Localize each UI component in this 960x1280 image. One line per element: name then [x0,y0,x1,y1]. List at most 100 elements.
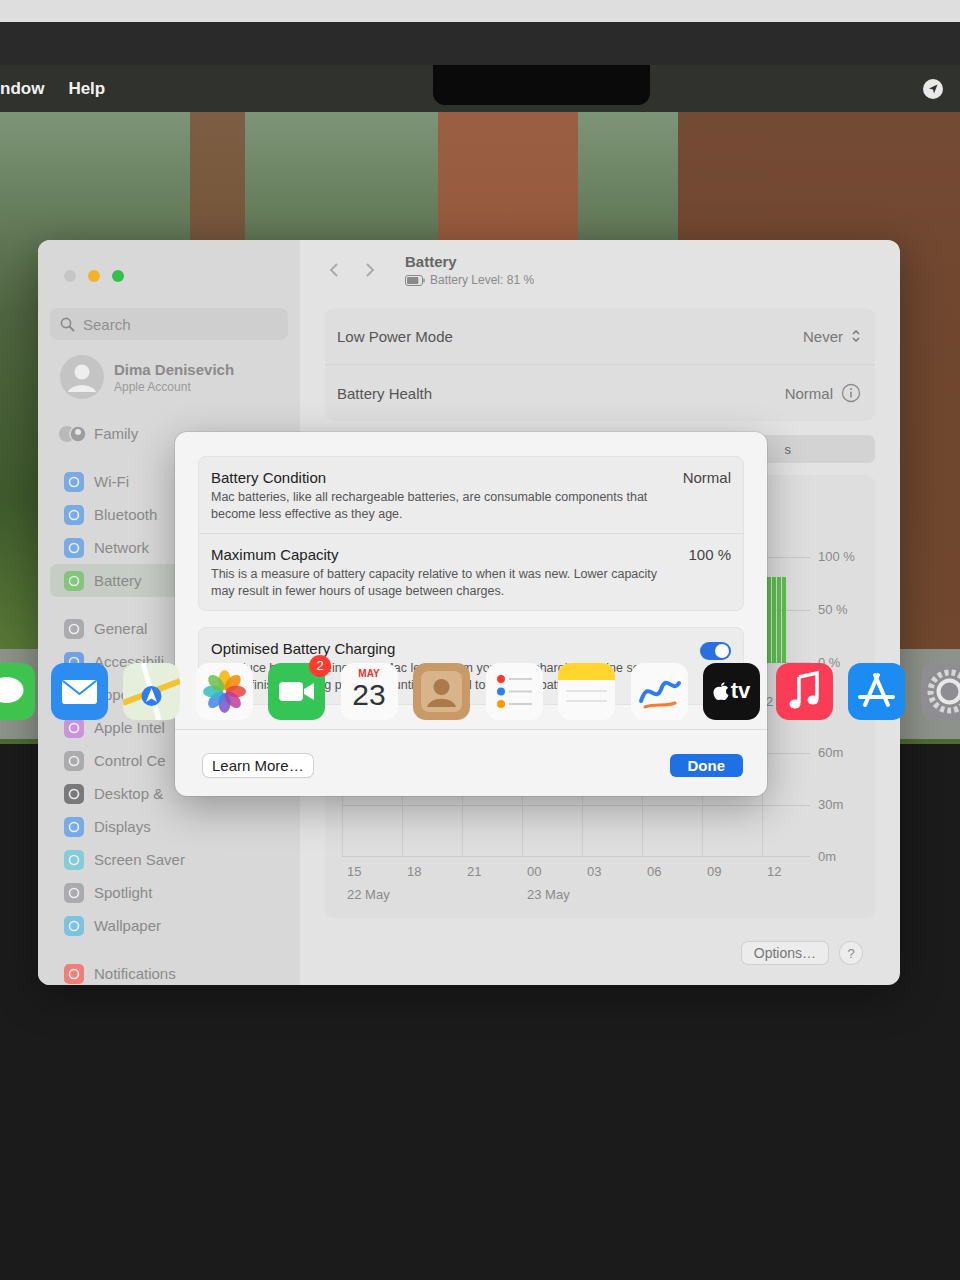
level-bar [772,577,776,663]
pane-icon [64,571,84,591]
dock-item[interactable] [196,663,253,729]
options-button[interactable]: Options… [742,942,828,964]
level-bar [782,577,786,663]
y-tick: 0m [818,849,870,865]
row-value[interactable]: Never [803,328,861,345]
messages-icon [0,663,35,720]
x-tick: 00 [522,863,582,880]
y-tick: 30m [818,797,870,813]
bezel-top [0,0,960,65]
y-tick: 100 % [818,549,870,565]
dock-item[interactable] [0,663,35,729]
dock-item[interactable]: 2 [268,663,325,729]
maps-icon [123,663,180,720]
pane-icon [64,784,84,804]
forward-icon[interactable] [359,260,379,280]
y-axis: 100 %50 %0 % [810,549,870,671]
apple-logo-icon [713,682,729,701]
help-button[interactable]: ? [840,942,862,964]
sidebar-group: Notifications [50,957,288,985]
freeform-icon [631,663,688,720]
done-button[interactable]: Done [670,754,744,777]
x-tick: 21 [462,863,522,880]
desktop: SearchDima DenisevichApple AccountFamily… [0,112,960,649]
x-tick: 12 [762,863,822,880]
notification-badge: 2 [309,655,331,677]
health-row: Battery ConditionMac batteries, like all… [199,457,743,533]
setting-row: Low Power ModeNever [325,308,875,364]
photos-icon [196,663,253,720]
camera-notch [433,65,650,105]
y-axis: 60m30m0m [810,745,870,865]
pane-icon [64,472,84,492]
menu-item[interactable]: ndow [0,79,44,99]
running-indicator [5,725,9,729]
calendar-icon: MAY23 [341,663,398,720]
info-icon[interactable] [841,383,861,403]
x-tick: 06 [642,863,702,880]
avatar-icon [60,355,104,399]
running-indicator [947,725,951,729]
setting-row: Battery HealthNormal [325,364,875,421]
account-row[interactable]: Dima DenisevichApple Account [50,352,288,402]
sidebar-item[interactable]: Wallpaper [50,909,288,942]
health-card: Battery ConditionMac batteries, like all… [198,456,744,611]
dock-item[interactable] [486,663,543,729]
settings-icon [921,663,960,720]
minimize-button[interactable] [88,270,100,282]
battery-icon [405,275,425,286]
dock-item[interactable]: MAY23 [341,663,398,729]
dock-item[interactable] [51,663,108,729]
health-row: Maximum CapacityThis is a measure of bat… [199,533,743,610]
date-label: 23 May [527,887,570,902]
window-controls [50,270,288,282]
pane-icon [64,538,84,558]
dock-item[interactable] [631,663,688,729]
music-icon [776,663,833,720]
app-store-icon [848,663,905,720]
search-field[interactable]: Search [50,308,288,340]
y-tick: 50 % [818,602,870,618]
pane-icon [64,850,84,870]
contacts-icon [413,663,470,720]
pane-icon [64,817,84,837]
x-tick: 09 [702,863,762,880]
level-bar [767,577,771,663]
pane-icon [64,916,84,936]
tv-icon: tv [703,663,760,720]
dock-item[interactable] [921,663,960,729]
pane-icon [64,883,84,903]
x-tick: 03 [582,863,642,880]
date-axis: 22 May 23 May [342,886,875,903]
screen: ndow Help Search Dima DenisevichApple Accou… [0,0,960,1280]
date-label: 22 May [347,887,390,902]
close-button[interactable] [64,270,76,282]
x-tick: 15 [342,863,402,880]
dock-item[interactable] [123,663,180,729]
sidebar-item[interactable]: Notifications [50,957,288,985]
back-icon[interactable] [325,260,345,280]
pane-icon [64,751,84,771]
charging-toggle[interactable] [700,642,731,660]
family-icon [58,424,88,444]
row-value: Normal [785,383,861,403]
learn-more-button[interactable]: Learn More… [203,754,313,777]
sidebar-item[interactable]: Spotlight [50,876,288,909]
pane-icon [64,964,84,984]
pane-icon [64,505,84,525]
location-icon[interactable] [922,78,944,100]
mail-icon [51,663,108,720]
pane-icon [64,619,84,639]
sidebar-item[interactable]: Displays [50,810,288,843]
zoom-button[interactable] [112,270,124,282]
dock-item[interactable] [413,663,470,729]
menu-item[interactable]: Help [68,79,105,99]
dock-item[interactable] [776,663,833,729]
dock-item[interactable]: tv [703,663,760,729]
pane-header: BatteryBattery Level: 81 % [300,240,900,300]
dock-item[interactable] [558,663,615,729]
sidebar-item[interactable]: Screen Saver [50,843,288,876]
dock-item[interactable] [848,663,905,729]
notes-icon [558,663,615,720]
settings-card: Low Power ModeNeverBattery HealthNormal [325,308,875,421]
